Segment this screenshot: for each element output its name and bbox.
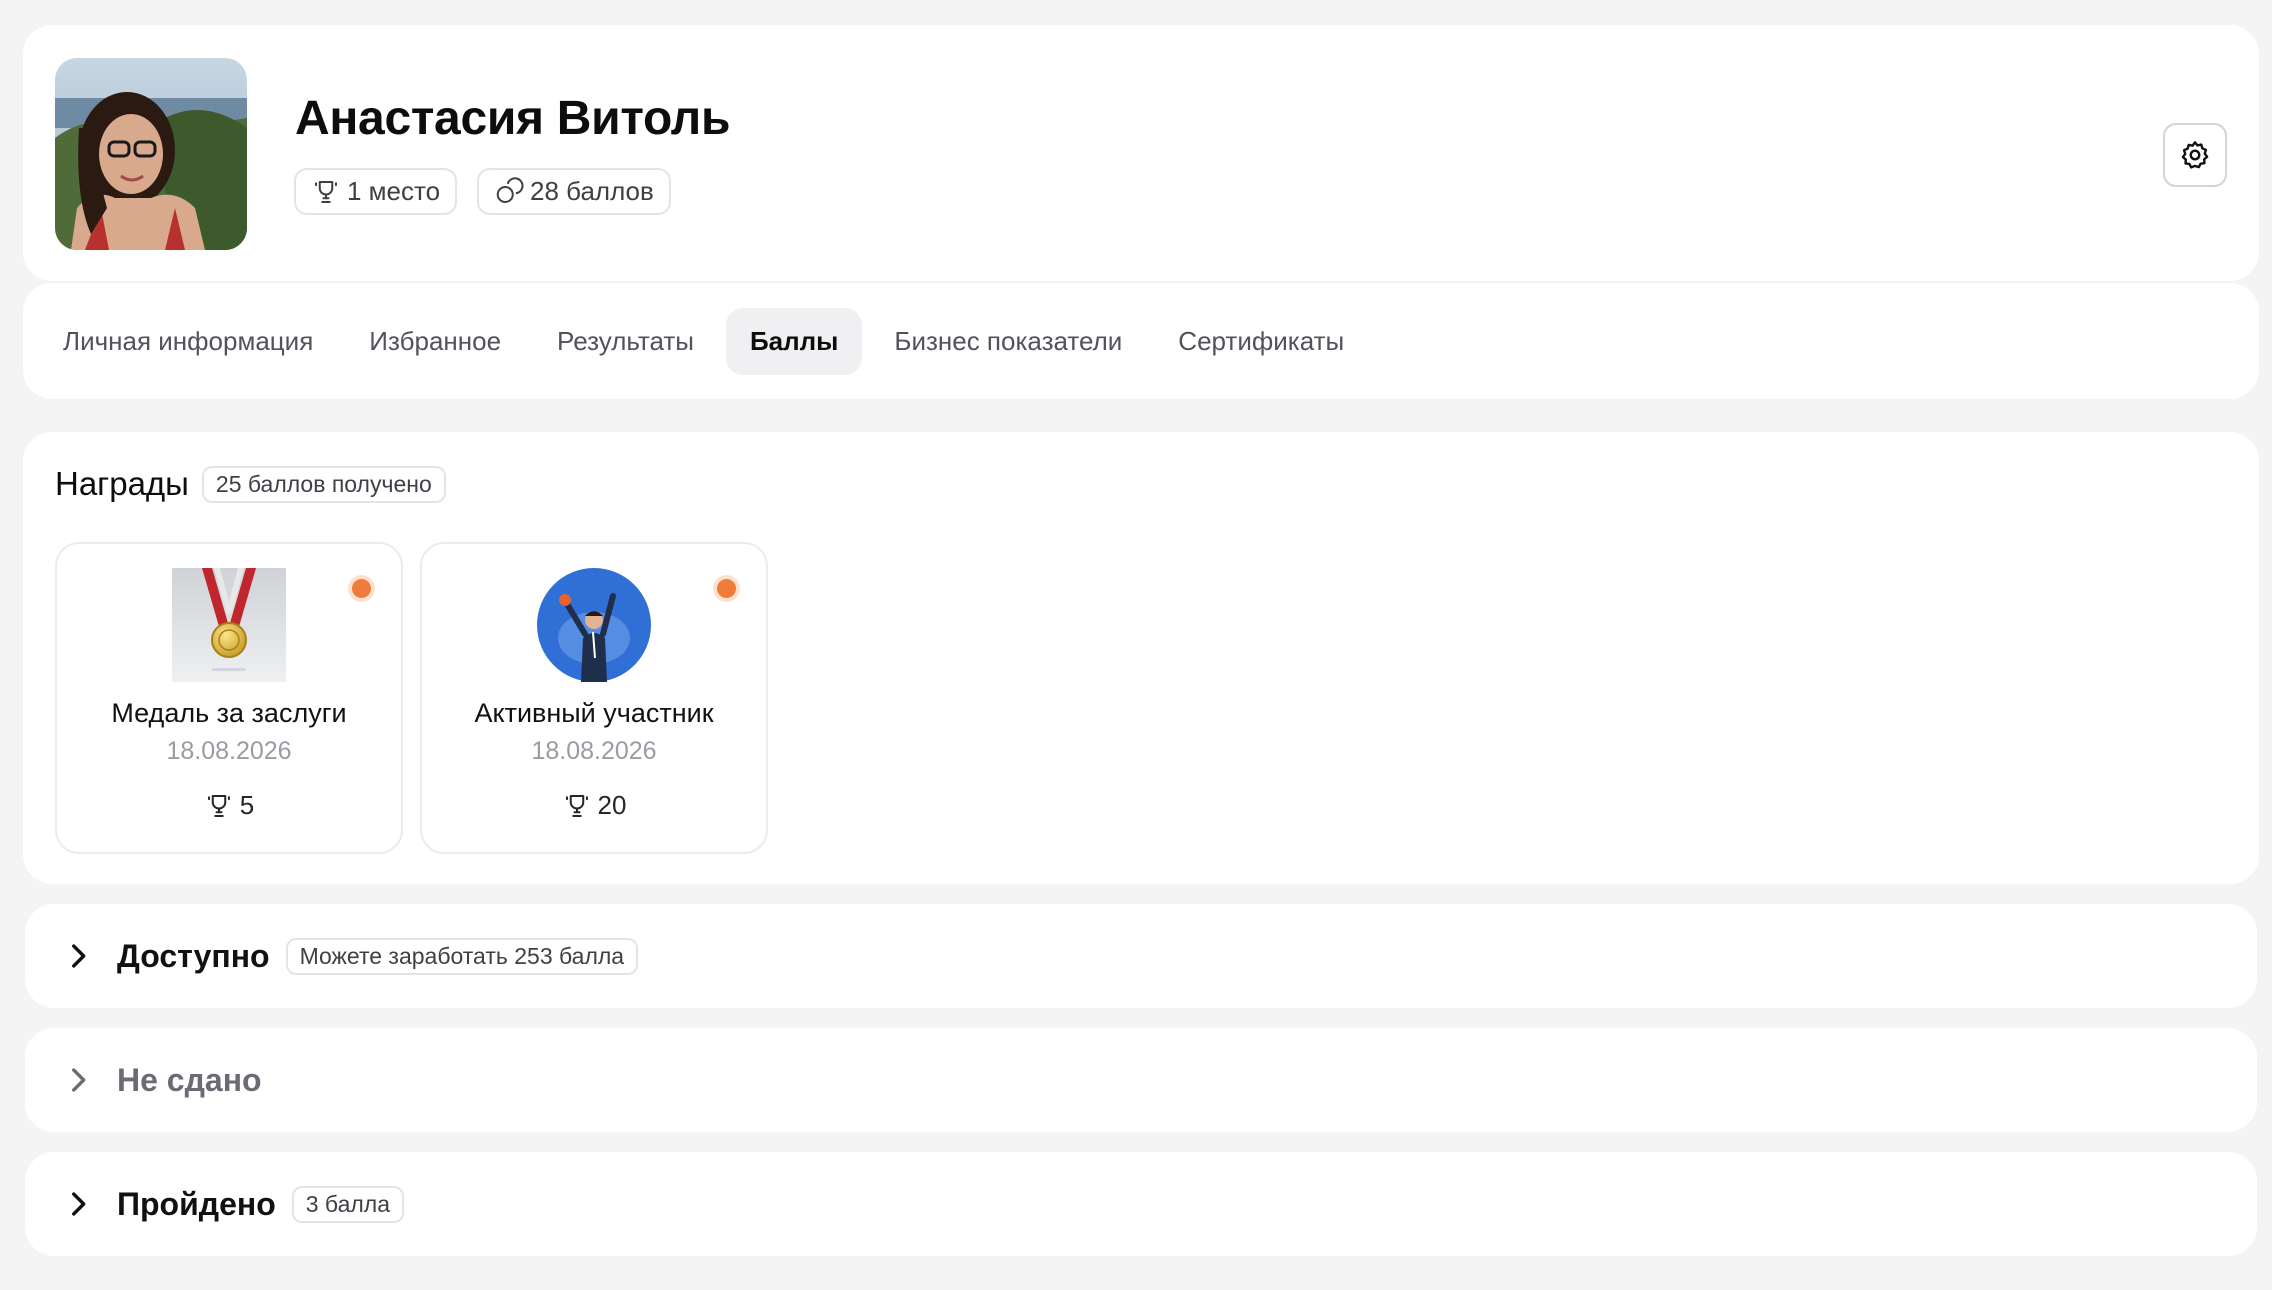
gear-icon — [2181, 141, 2209, 169]
tab-personal-info[interactable]: Личная информация — [39, 308, 337, 375]
rank-label: 1 место — [347, 176, 441, 206]
chevron-right-icon — [72, 1192, 86, 1216]
new-indicator — [717, 579, 736, 598]
tab-points[interactable]: Баллы — [725, 308, 863, 375]
award-points-value: 5 — [239, 790, 255, 820]
medal-icon — [172, 568, 286, 682]
chevron-right-icon — [72, 944, 86, 968]
section-available-toggle[interactable]: Доступно Можете заработать 253 балла — [61, 904, 639, 1008]
section-available-title: Доступно — [117, 937, 270, 974]
awards-card: Награды 25 баллов получено Медаль за зас… — [23, 432, 2259, 884]
trophy-icon — [207, 794, 230, 817]
award-name: Активный участник — [474, 698, 714, 728]
tabs-card: Личная информация Избранное Результаты Б… — [23, 283, 2259, 399]
chevron-right-icon — [72, 1068, 86, 1092]
tab-bar: Личная информация Избранное Результаты Б… — [39, 308, 1368, 375]
tab-results[interactable]: Результаты — [533, 308, 718, 375]
award-name: Медаль за заслуги — [111, 698, 347, 728]
avatar — [55, 58, 247, 250]
awards-header: Награды 25 баллов получено — [55, 465, 446, 503]
award-card[interactable]: Медаль за заслуги 18.08.2026 5 — [55, 542, 403, 854]
section-failed: Не сдано — [25, 1028, 2257, 1132]
section-passed: Пройдено 3 балла — [25, 1152, 2257, 1256]
award-points-value: 20 — [597, 790, 627, 820]
award-date: 18.08.2026 — [531, 737, 657, 765]
profile-name: Анастасия Витоль — [295, 92, 731, 145]
rank-chip: 1 место — [294, 168, 458, 215]
section-passed-badge: 3 балла — [291, 1185, 405, 1223]
avatar-photo — [55, 58, 247, 250]
section-available: Доступно Можете заработать 253 балла — [25, 904, 2257, 1008]
section-available-badge: Можете заработать 253 балла — [285, 937, 639, 975]
new-indicator — [352, 579, 371, 598]
award-card[interactable]: Активный участник 18.08.2026 20 — [420, 542, 768, 854]
trophy-icon — [315, 180, 337, 203]
section-failed-title: Не сдано — [117, 1061, 262, 1098]
tab-certificates[interactable]: Сертификаты — [1154, 308, 1368, 375]
award-date: 18.08.2026 — [166, 737, 292, 765]
settings-button[interactable] — [2163, 123, 2227, 187]
awards-badge: 25 баллов получено — [201, 465, 446, 503]
awards-title: Награды — [55, 465, 189, 502]
tab-business-metrics[interactable]: Бизнес показатели — [870, 308, 1146, 375]
points-label: 28 баллов — [530, 176, 654, 206]
points-chip: 28 баллов — [477, 168, 671, 215]
award-points: 5 — [57, 790, 401, 821]
tab-favorites[interactable]: Избранное — [345, 308, 525, 375]
section-passed-title: Пройдено — [117, 1185, 276, 1222]
section-failed-toggle[interactable]: Не сдано — [61, 1028, 262, 1132]
active-participant-icon — [537, 568, 651, 682]
profile-card: Анастасия Витоль 1 место 28 баллов — [23, 25, 2259, 281]
trophy-icon — [565, 794, 588, 817]
award-points: 20 — [422, 790, 766, 821]
coins-icon — [496, 176, 524, 203]
section-passed-toggle[interactable]: Пройдено 3 балла — [61, 1152, 405, 1256]
